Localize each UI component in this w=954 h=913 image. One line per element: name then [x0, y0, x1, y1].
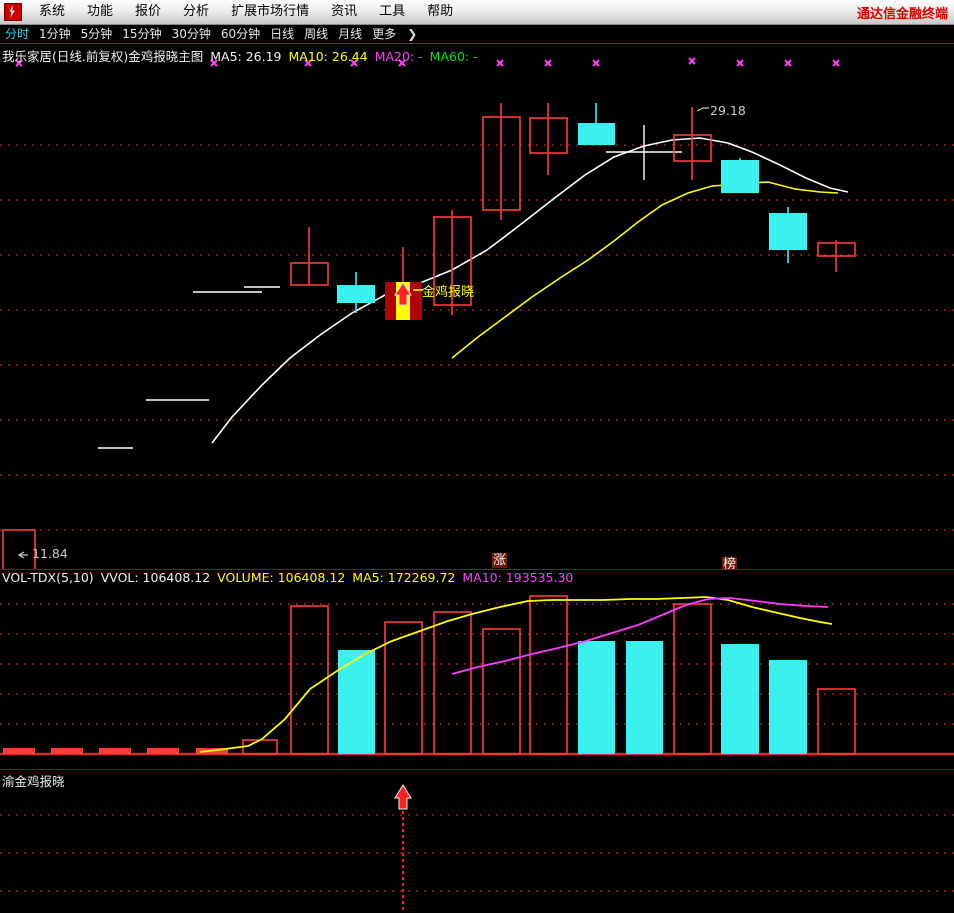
menu-item-extended-market[interactable]: 扩展市场行情: [220, 0, 320, 24]
ma20-readout: MA20: -: [374, 49, 423, 64]
candle-high: [673, 107, 712, 180]
candle: [290, 227, 329, 286]
candle: [337, 272, 375, 313]
watermark-left: 涨: [492, 553, 508, 568]
vvol-readout: VVOL: 106408.12: [100, 570, 211, 585]
volume-chart-svg: [0, 569, 954, 756]
menu-item-help[interactable]: 帮助: [416, 0, 464, 24]
candle: [482, 103, 521, 220]
watermark-right: 榜: [722, 557, 738, 569]
golden-rooster-signal-label: 金鸡报晓: [422, 285, 475, 300]
signal-panel-title: 渝金鸡报晓: [2, 774, 65, 789]
chevron-right-icon[interactable]: ❯: [401, 27, 423, 41]
menu-item-news[interactable]: 资讯: [320, 0, 368, 24]
high-price-label: 29.18: [710, 103, 746, 118]
menu-item-quote[interactable]: 报价: [124, 0, 172, 24]
menu-item-tools[interactable]: 工具: [368, 0, 416, 24]
tab-monthly[interactable]: 月线: [333, 25, 367, 43]
tab-weekly[interactable]: 周线: [299, 25, 333, 43]
volume-panel-header: VOL-TDX(5,10) VVOL: 106408.12 VOLUME: 1064…: [2, 570, 580, 585]
low-price-label: 11.84: [32, 546, 68, 561]
signal-indicator-panel[interactable]: 渝金鸡报晓: [0, 769, 954, 913]
panel-title: 我乐家居(日线.前复权)金鸡报晓主图: [2, 49, 204, 64]
timeframe-bar: 分时 1分钟 5分钟 15分钟 30分钟 60分钟 日线 周线 月线 更多 ❯: [0, 25, 954, 44]
candle: [817, 240, 856, 272]
ma5-readout: MA5: 26.19: [210, 49, 282, 64]
signal-chart-svg: [0, 769, 954, 913]
candle: [529, 103, 568, 175]
candle: [578, 103, 615, 145]
price-chart-svg: [0, 57, 954, 569]
ma10-line: [451, 181, 839, 359]
vol-ma5-readout: MA5: 172269.72: [352, 570, 456, 585]
candle: [721, 158, 759, 193]
tab-more[interactable]: 更多: [367, 25, 401, 43]
high-price-pointer: [696, 107, 709, 112]
tab-30min[interactable]: 30分钟: [167, 25, 216, 43]
tab-intraday[interactable]: 分时: [0, 25, 34, 43]
menu-item-analysis[interactable]: 分析: [172, 0, 220, 24]
volume-chart-panel[interactable]: VOL-TDX(5,10) VVOL: 106408.12 VOLUME: 1064…: [0, 569, 954, 769]
volume-readout: VOLUME: 106408.12: [217, 570, 346, 585]
crosshair-cursor: [606, 125, 682, 180]
signal-up-arrow-icon: [394, 784, 412, 810]
app-logo-icon[interactable]: [4, 3, 22, 21]
menu-item-function[interactable]: 功能: [76, 0, 124, 24]
tab-1min[interactable]: 1分钟: [34, 25, 76, 43]
app-brand-title: 通达信金融终端: [856, 6, 948, 22]
candle: [2, 529, 36, 569]
vol-ma10-readout: MA10: 193535.30: [462, 570, 574, 585]
tab-60min[interactable]: 60分钟: [216, 25, 265, 43]
tab-15min[interactable]: 15分钟: [117, 25, 166, 43]
volume-bar-series: [3, 595, 856, 755]
price-panel-header: 我乐家居(日线.前复权)金鸡报晓主图 MA5: 26.19 MA10: 26.44 M…: [2, 46, 485, 65]
tab-daily[interactable]: 日线: [265, 25, 299, 43]
ma10-readout: MA10: 26.44: [288, 49, 368, 64]
ma60-readout: MA60: -: [429, 49, 478, 64]
vol-title: VOL-TDX(5,10): [2, 570, 94, 585]
chart-stage: 我乐家居(日线.前复权)金鸡报晓主图 MA5: 26.19 MA10: 26.44 M…: [0, 45, 954, 913]
tab-5min[interactable]: 5分钟: [76, 25, 118, 43]
menu-item-system[interactable]: 系统: [28, 0, 76, 24]
vol-grid-lines: [0, 603, 954, 725]
sig-grid-lines: [0, 814, 954, 892]
candlestick-series: [2, 103, 856, 569]
low-price-pointer: [17, 551, 28, 559]
menu-bar: 系统 功能 报价 分析 扩展市场行情 资讯 工具 帮助 通达信金融终端: [0, 0, 954, 25]
price-chart-panel[interactable]: 我乐家居(日线.前复权)金鸡报晓主图 MA5: 26.19 MA10: 26.44 M…: [0, 45, 954, 569]
